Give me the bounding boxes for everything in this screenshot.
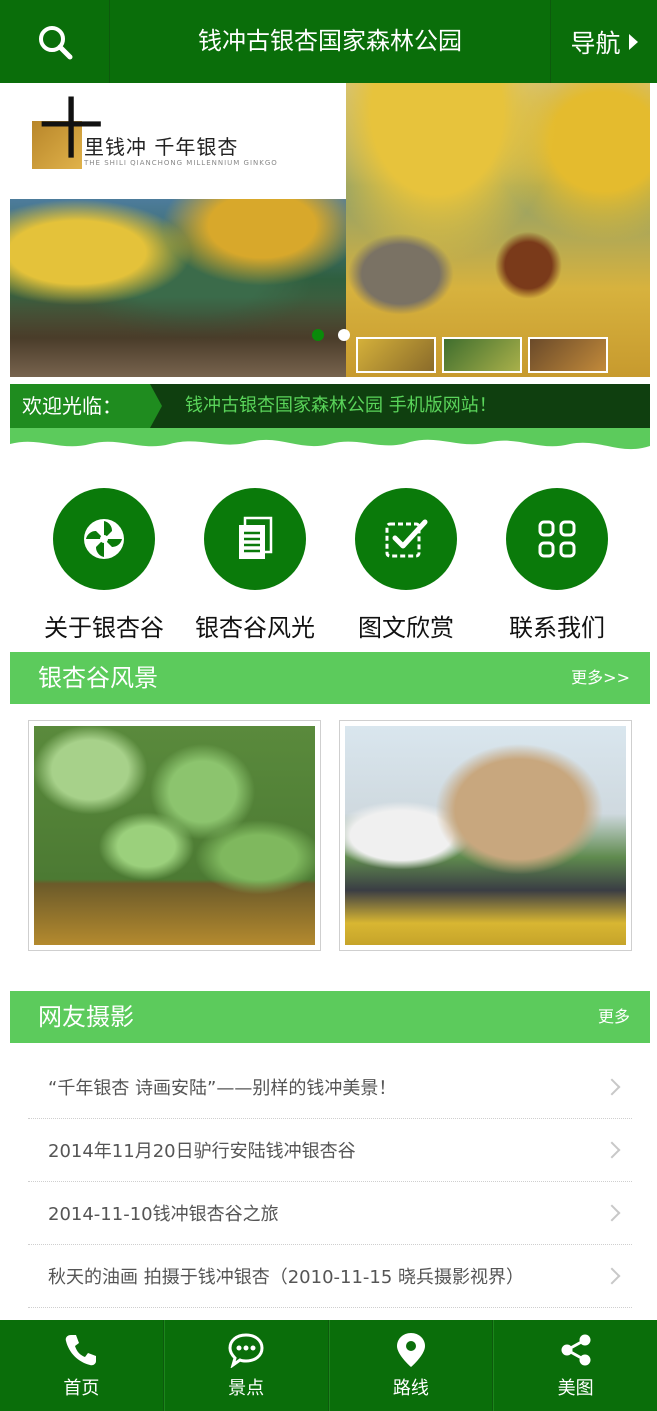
phone-icon xyxy=(66,1335,97,1366)
tab-route[interactable]: 路线 xyxy=(328,1320,494,1411)
chevron-right-icon xyxy=(603,1078,621,1096)
banner-thumbnails xyxy=(346,337,650,377)
icon-menu: 关于银杏谷 银杏谷风光 图文欣赏 联系我们 xyxy=(0,488,657,648)
section-title: 网友摄影 xyxy=(38,1003,134,1031)
tab-home[interactable]: 首页 xyxy=(0,1320,164,1411)
menu-circle xyxy=(506,488,608,590)
share-icon xyxy=(561,1334,591,1366)
chevron-right-icon xyxy=(603,1267,621,1285)
village-photo xyxy=(10,199,346,377)
slider-dot[interactable] xyxy=(338,329,350,341)
list-item-title: 2014-11-10钱冲银杏谷之旅 xyxy=(48,1204,279,1225)
search-icon xyxy=(38,25,72,59)
chevron-right-icon xyxy=(603,1204,621,1222)
banner-slider[interactable]: 十 里钱冲 千年银杏 THE SHILI QIANCHONG MILLENNIU… xyxy=(10,83,650,377)
list-item-title: 2014年11月20日驴行安陆钱冲银杏谷 xyxy=(48,1141,356,1162)
ginkgo-leaves-photo xyxy=(34,726,315,945)
document-icon xyxy=(239,516,273,559)
banner-left-panel: 十 里钱冲 千年银杏 THE SHILI QIANCHONG MILLENNIU… xyxy=(10,83,346,377)
tab-label: 景点 xyxy=(228,1378,265,1399)
bottom-nav: 首页 景点 路线 美图 xyxy=(0,1320,657,1411)
photo-list: “千年银杏 诗画安陆”——别样的钱冲美景！ 2014年11月20日驴行安陆钱冲银… xyxy=(28,1056,632,1308)
park-stone-photo xyxy=(345,726,626,945)
thumbnail[interactable] xyxy=(442,337,522,373)
page-title: 钱冲古银杏国家森林公园 xyxy=(198,27,462,55)
tab-label: 首页 xyxy=(63,1378,100,1399)
menu-item-contact[interactable]: 联系我们 xyxy=(482,488,632,643)
location-pin-icon xyxy=(396,1333,425,1367)
slider-dot-active[interactable] xyxy=(312,329,324,341)
more-link[interactable]: 更多 xyxy=(598,991,630,1043)
list-item[interactable]: “千年银杏 诗画安陆”——别样的钱冲美景！ xyxy=(28,1056,632,1119)
nav-label: 导航 xyxy=(570,28,621,58)
menu-item-about[interactable]: 关于银杏谷 xyxy=(29,488,179,643)
welcome-message: 钱冲古银杏国家森林公园 手机版网站！ xyxy=(185,395,497,416)
photos-section-header: 网友摄影 更多 xyxy=(10,991,650,1043)
menu-circle xyxy=(355,488,457,590)
arrow-right-icon xyxy=(628,33,638,50)
scenery-section-header: 银杏谷风景 更多>> xyxy=(10,652,650,704)
cattle-photo xyxy=(346,83,650,377)
list-item[interactable]: 秋天的油画 拍摄于钱冲银杏（2010-11-15 晓兵摄影视界） xyxy=(28,1245,632,1308)
menu-circle xyxy=(53,488,155,590)
list-item-title: 秋天的油画 拍摄于钱冲银杏（2010-11-15 晓兵摄影视界） xyxy=(48,1267,525,1288)
tab-label: 美图 xyxy=(557,1378,594,1399)
wave-divider xyxy=(10,428,650,450)
scenery-card[interactable] xyxy=(339,720,632,951)
pinwheel-icon xyxy=(84,519,124,559)
list-item-title: “千年银杏 诗画安陆”——别样的钱冲美景！ xyxy=(48,1078,397,1099)
welcome-tag: 欢迎光临： xyxy=(10,384,162,428)
list-item[interactable]: 2014-11-10钱冲银杏谷之旅 xyxy=(28,1182,632,1245)
tab-scenic[interactable]: 景点 xyxy=(163,1320,329,1411)
logo-text: 里钱冲 千年银杏 xyxy=(84,135,239,159)
chat-icon xyxy=(228,1333,264,1368)
tab-label: 路线 xyxy=(392,1378,429,1399)
menu-label: 图文欣赏 xyxy=(358,614,454,642)
chevron-right-icon xyxy=(603,1141,621,1159)
menu-item-scenery[interactable]: 银杏谷风光 xyxy=(180,488,330,643)
logo-subtext: THE SHILI QIANCHONG MILLENNIUM GINKGO xyxy=(84,159,278,167)
thumbnail[interactable] xyxy=(356,337,436,373)
top-header: 钱冲古银杏国家森林公园 导航 xyxy=(0,0,657,83)
menu-circle xyxy=(204,488,306,590)
nav-button[interactable]: 导航 xyxy=(550,0,657,83)
thumbnail[interactable] xyxy=(528,337,608,373)
logo: 十 里钱冲 千年银杏 THE SHILI QIANCHONG MILLENNIU… xyxy=(10,83,346,201)
grid-icon xyxy=(538,520,576,558)
tab-gallery[interactable]: 美图 xyxy=(493,1320,657,1411)
menu-item-gallery[interactable]: 图文欣赏 xyxy=(331,488,481,643)
scenery-card[interactable] xyxy=(28,720,321,951)
menu-label: 银杏谷风光 xyxy=(195,614,315,642)
welcome-bar: 欢迎光临： 钱冲古银杏国家森林公园 手机版网站！ xyxy=(10,384,650,428)
search-button[interactable] xyxy=(0,0,110,83)
more-link[interactable]: 更多>> xyxy=(571,652,630,704)
checkbox-icon xyxy=(385,519,428,558)
menu-label: 关于银杏谷 xyxy=(44,614,164,642)
section-title: 银杏谷风景 xyxy=(38,664,158,692)
list-item[interactable]: 2014年11月20日驴行安陆钱冲银杏谷 xyxy=(28,1119,632,1182)
menu-label: 联系我们 xyxy=(509,614,605,642)
